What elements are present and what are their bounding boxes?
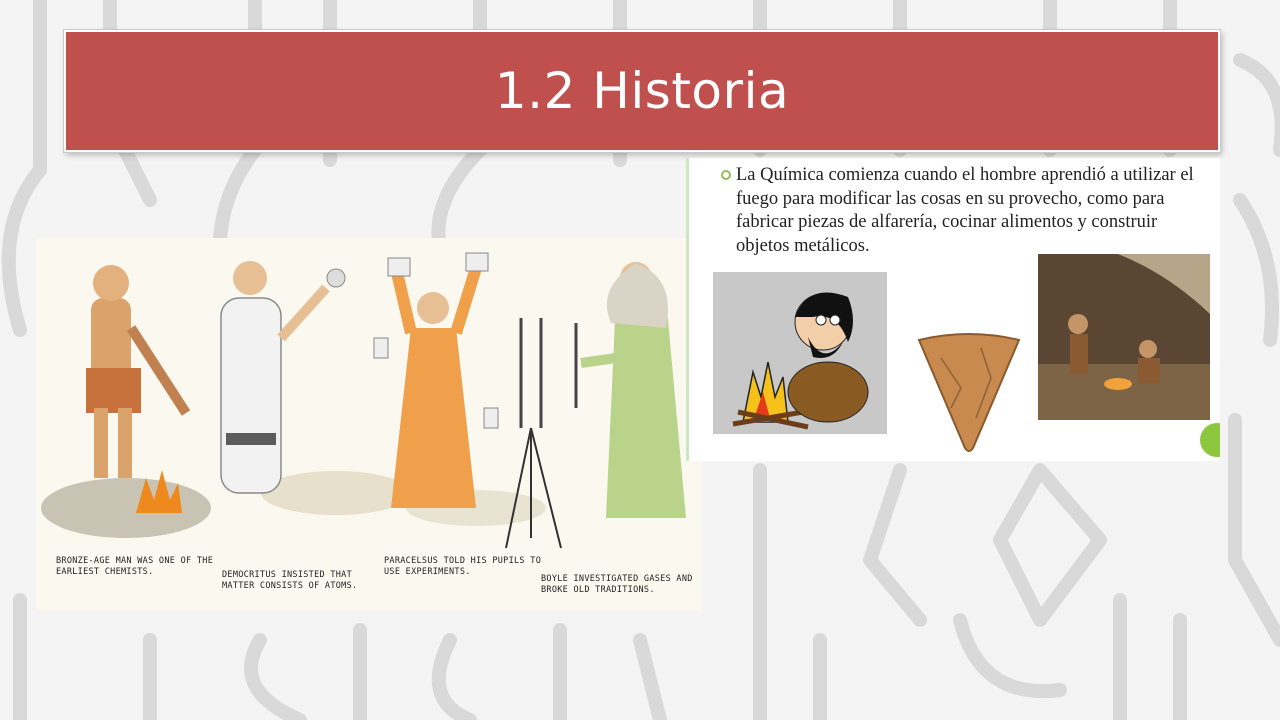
caption-boyle: Boyle investigated gases and broke old t… bbox=[541, 574, 693, 595]
origin-bullet-text: La Química comienza cuando el hombre apr… bbox=[736, 165, 1194, 256]
historical-chemists-illustration: Bronze-age man was one of the earliest c… bbox=[36, 238, 702, 610]
caption-democritus: Democritus insisted that matter consists… bbox=[222, 570, 358, 591]
slide-title: 1.2 Historia bbox=[494, 62, 790, 120]
bullet-ring-icon bbox=[721, 170, 731, 180]
green-circle-decoration bbox=[1200, 423, 1220, 457]
quimica-origin-slide: La Química comienza cuando el hombre apr… bbox=[686, 158, 1220, 461]
chemists-drawing bbox=[36, 238, 702, 610]
caveman-fire-picture bbox=[713, 272, 887, 434]
caption-paracelsus: Paracelsus told his pupils to use experi… bbox=[384, 556, 542, 577]
title-bar: 1.2 Historia bbox=[64, 30, 1220, 152]
cave-people-picture bbox=[1038, 254, 1210, 420]
pottery-vessel-picture bbox=[911, 328, 1027, 456]
caption-bronze-age: Bronze-age man was one of the earliest c… bbox=[56, 556, 214, 577]
